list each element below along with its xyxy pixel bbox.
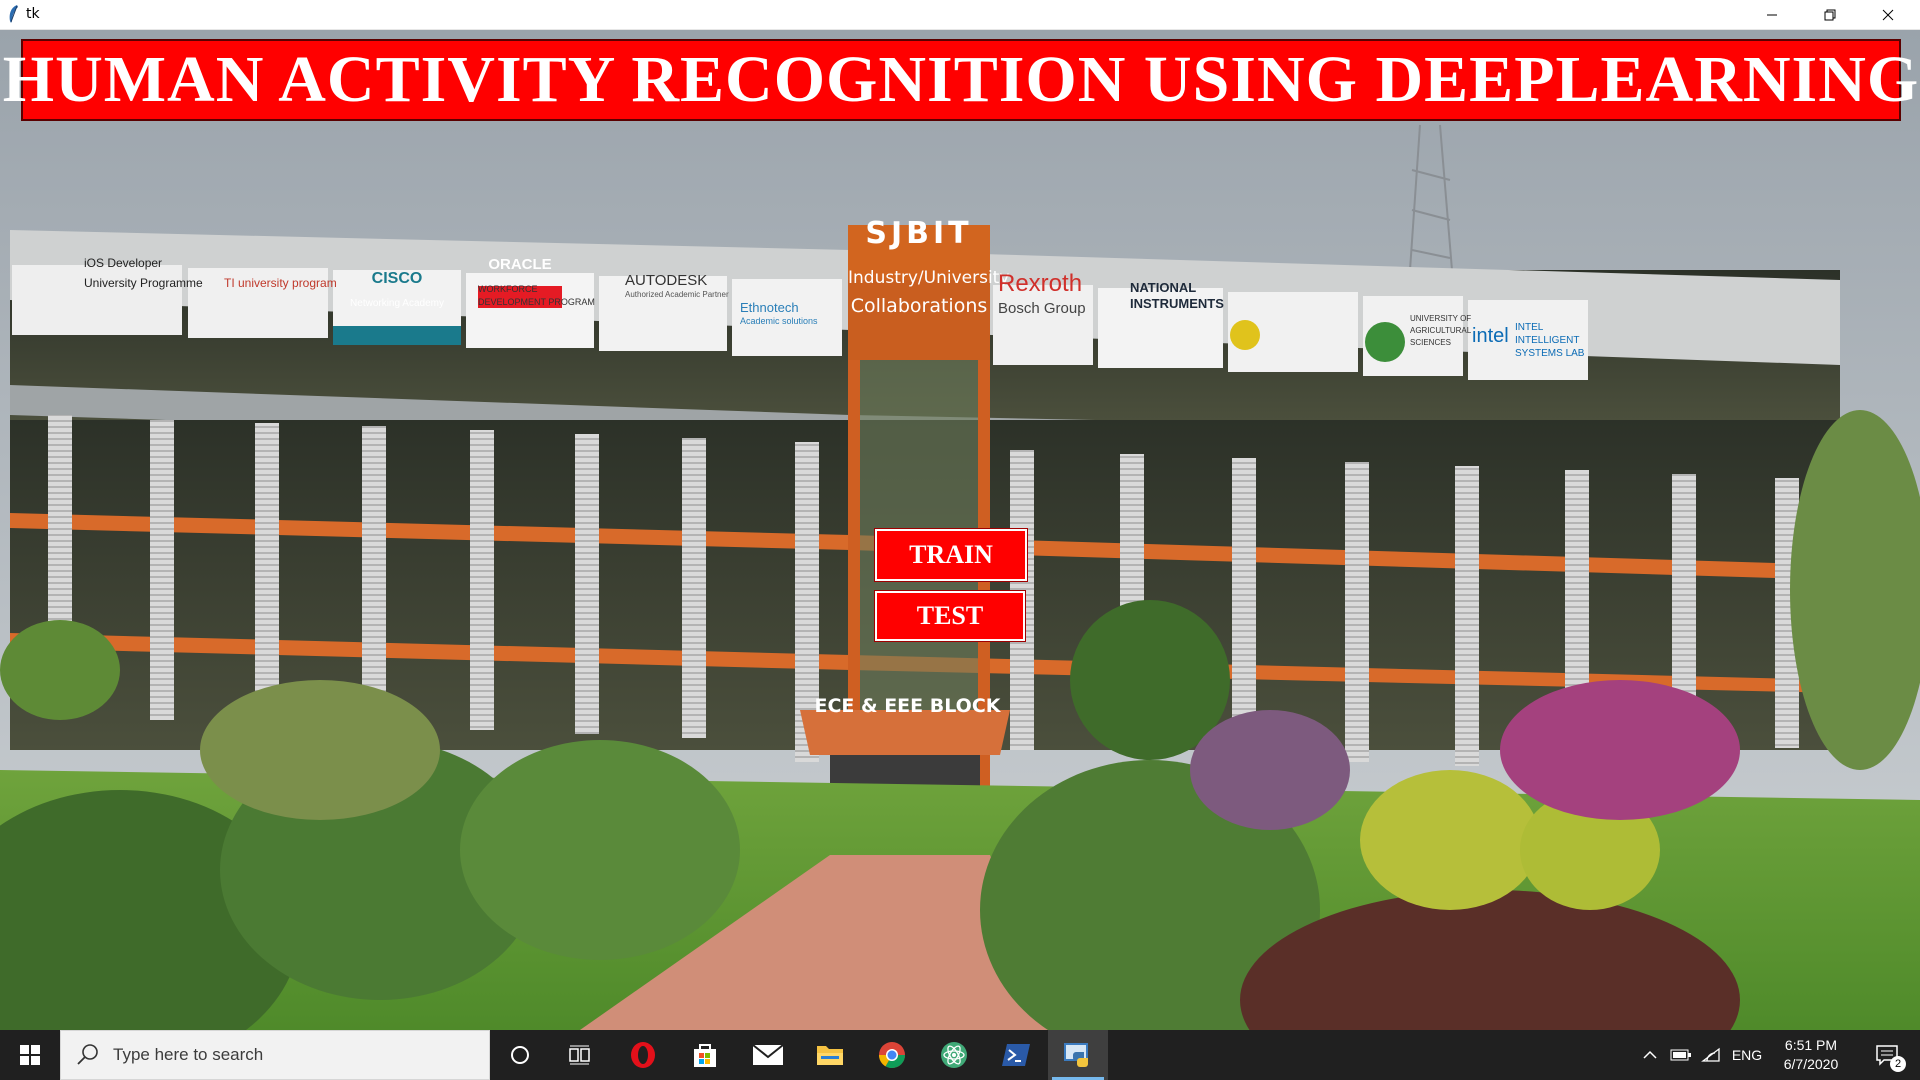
taskbar-chrome[interactable] <box>862 1030 922 1080</box>
logo-cisco: CISCO <box>371 270 423 287</box>
notifications-button[interactable]: 2 <box>1862 1030 1912 1080</box>
close-button[interactable] <box>1859 0 1917 29</box>
start-button[interactable] <box>0 1030 60 1080</box>
cortana-button[interactable] <box>490 1030 550 1080</box>
logo-uas-line2: AGRICULTURAL <box>1410 326 1472 335</box>
python-icon <box>1064 1043 1088 1067</box>
sign-block: ECE & EEE BLOCK <box>814 695 1001 717</box>
logo-oracle: ORACLE <box>488 256 552 273</box>
task-view-button[interactable] <box>550 1030 610 1080</box>
clock-date: 6/7/2020 <box>1783 1056 1839 1072</box>
logo-ethnotech: Ethnotech <box>740 300 799 315</box>
taskbar-python[interactable] <box>1048 1030 1108 1080</box>
clock-time: 6:51 PM <box>1784 1037 1838 1053</box>
opera-icon <box>631 1042 655 1068</box>
feather-icon <box>9 5 18 23</box>
logo-ni-line2: INSTRUMENTS <box>1130 296 1224 311</box>
logo-rexroth: Rexroth <box>998 270 1083 297</box>
logo-ni-line1: NATIONAL <box>1130 280 1197 295</box>
banner-title: HUMAN ACTIVITY RECOGNITION USING DEEPLEA… <box>2 43 1920 116</box>
logo-intel-line3: SYSTEMS LAB <box>1515 348 1585 359</box>
test-button[interactable]: TEST <box>875 591 1025 641</box>
battery-icon <box>1670 1049 1691 1061</box>
title-banner: HUMAN ACTIVITY RECOGNITION USING DEEPLEA… <box>3 39 1918 121</box>
restore-icon <box>1824 9 1836 20</box>
tray-overflow-button[interactable] <box>1638 1030 1662 1080</box>
logo-oracle-sub2: DEVELOPMENT PROGRAM <box>478 297 595 307</box>
wifi-button[interactable] <box>1698 1030 1724 1080</box>
chrome-icon <box>878 1042 906 1069</box>
window-title: tk <box>26 6 40 22</box>
logo-oracle-sub1: WORKFORCE <box>478 284 538 294</box>
logo-uas-line3: SCIENCES <box>1410 338 1451 347</box>
train-button[interactable]: TRAIN <box>875 529 1027 581</box>
logo-ti: TI university program <box>224 276 337 290</box>
window-title-bar: tk <box>0 0 1920 30</box>
logo-ethnotech-sub: Academic solutions <box>740 316 818 326</box>
clock[interactable]: 6:51 PM 6/7/2020 <box>1768 1036 1854 1074</box>
language-indicator[interactable]: ENG <box>1728 1030 1766 1080</box>
chevron-up-icon <box>1643 1050 1657 1059</box>
cortana-circle-icon <box>511 1046 529 1064</box>
logo-intel: intel <box>1472 325 1509 347</box>
taskbar-mail[interactable] <box>738 1030 798 1080</box>
sign-sjbit: SJBIT <box>865 215 973 251</box>
file-explorer-icon <box>817 1046 843 1065</box>
logo-bosch: Bosch Group <box>998 300 1086 317</box>
powershell-icon <box>1002 1044 1030 1066</box>
canvas-scene: SJBIT Industry/University Collaborations… <box>0 30 1920 1030</box>
minimize-icon <box>1767 14 1777 15</box>
windows-logo-icon <box>20 1045 40 1065</box>
taskbar-store[interactable] <box>675 1030 735 1080</box>
taskbar: Type here to search ENG 6:51 PM 6/7/2020… <box>0 1030 1920 1080</box>
logo-ios-line1: iOS Developer <box>84 256 163 270</box>
mail-icon <box>752 1044 784 1065</box>
logo-intel-line2: INTELLIGENT <box>1515 335 1580 346</box>
taskbar-file-explorer[interactable] <box>800 1030 860 1080</box>
logo-autodesk-sub: Authorized Academic Partner <box>625 290 729 299</box>
sign-collab-line2: Collaborations <box>850 295 988 317</box>
search-placeholder: Type here to search <box>113 1045 264 1064</box>
battery-button[interactable] <box>1668 1030 1694 1080</box>
store-icon <box>694 1044 716 1067</box>
sign-collab-line1: Industry/University <box>848 268 1010 288</box>
notification-badge: 2 <box>1890 1056 1906 1072</box>
wifi-icon <box>1701 1047 1720 1062</box>
logo-uas-line1: UNIVERSITY OF <box>1410 314 1472 323</box>
taskbar-search-box[interactable]: Type here to search <box>60 1030 490 1080</box>
taskbar-powershell[interactable] <box>986 1030 1046 1080</box>
taskbar-opera[interactable] <box>613 1030 673 1080</box>
close-icon <box>1882 9 1894 20</box>
taskbar-atom[interactable] <box>924 1030 984 1080</box>
maximize-button[interactable] <box>1801 0 1859 29</box>
minimize-button[interactable] <box>1743 0 1801 29</box>
logo-intel-line1: INTEL <box>1515 322 1544 333</box>
search-icon <box>77 1044 98 1065</box>
logo-cisco-sub: Networking Academy <box>350 298 444 309</box>
task-view-icon <box>569 1045 590 1065</box>
logo-autodesk: AUTODESK <box>625 272 708 289</box>
logo-ios-line2: University Programme <box>84 276 203 290</box>
atom-icon <box>941 1042 967 1068</box>
